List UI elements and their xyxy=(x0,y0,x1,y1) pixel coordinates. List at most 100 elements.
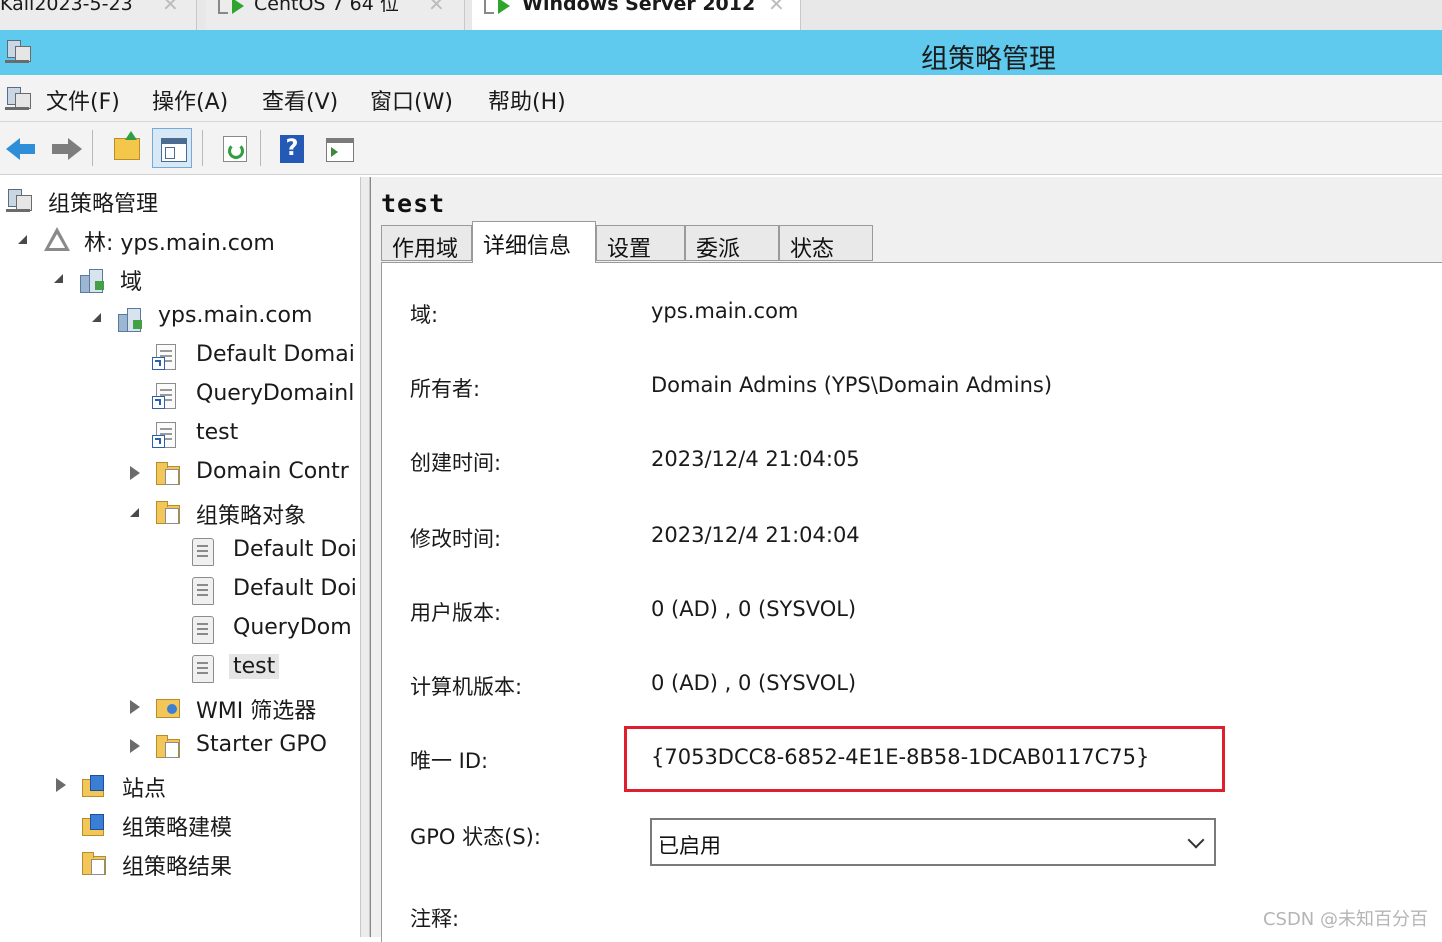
menu-file[interactable]: 文件(F) xyxy=(46,84,120,116)
details-tab-page: 域: yps.main.com 所有者: Domain Admins (YPS\… xyxy=(381,262,1442,942)
tree-item-label: 域 xyxy=(120,270,143,295)
forward-icon[interactable] xyxy=(46,128,86,168)
tree-item-label: yps.main.com xyxy=(158,303,313,328)
expand-icon[interactable] xyxy=(128,466,142,480)
vm-tab-strip: Kali2023-5-23 ✕ CentOS 7 64 位 ✕ Windows … xyxy=(0,0,1442,30)
vm-tab-centos[interactable]: CentOS 7 64 位 ✕ xyxy=(206,0,465,30)
show-hide-tree-icon[interactable] xyxy=(152,128,192,168)
computer-version-label: 计算机版本: xyxy=(410,675,523,699)
gpmc-app-icon[interactable] xyxy=(5,38,31,64)
domain-value: yps.main.com xyxy=(651,299,799,323)
domain-icon xyxy=(116,304,144,332)
unique-id-value: {7053DCC8-6852-4E1E-8B58-1DCAB0117C75} xyxy=(651,745,1150,769)
tab-settings[interactable]: 设置 xyxy=(596,225,685,262)
gp-results-icon xyxy=(80,850,108,878)
tree-item-label: 林: yps.main.com xyxy=(84,231,275,256)
collapse-icon[interactable] xyxy=(128,505,142,519)
tree-item-label: QueryDom xyxy=(233,615,352,640)
gpo-icon xyxy=(188,655,216,683)
domains-icon xyxy=(78,265,106,293)
tree-item-label: Default Domai xyxy=(196,342,355,367)
collapse-icon[interactable] xyxy=(52,271,66,285)
back-icon[interactable] xyxy=(2,128,42,168)
tree-item-label: QueryDomainl xyxy=(196,381,355,406)
collapse-icon[interactable] xyxy=(90,310,104,324)
power-on-icon xyxy=(232,0,244,14)
title-bar: 组策略管理 xyxy=(0,30,1442,75)
gpmc-icon xyxy=(6,187,34,215)
gpo-icon xyxy=(188,577,216,605)
vm-tab-windows-server[interactable]: Windows Server 2012 ✕ xyxy=(472,0,801,30)
gpo-link-icon xyxy=(152,421,180,449)
console-tree: 组策略管理 林: yps.main.com 域 yps.main.com Def… xyxy=(0,177,360,937)
action-pane-icon[interactable] xyxy=(318,128,358,168)
toolbar-separator xyxy=(260,130,261,166)
tree-item-label: Default Doi xyxy=(233,576,357,601)
wmi-filter-icon xyxy=(154,694,182,722)
sites-icon xyxy=(80,772,108,800)
gpo-link-icon xyxy=(152,382,180,410)
gpo-icon xyxy=(188,538,216,566)
created-label: 创建时间: xyxy=(410,451,502,475)
close-icon[interactable]: ✕ xyxy=(162,0,179,14)
tree-item-label: 站点 xyxy=(122,777,167,802)
gpo-status-select[interactable]: 已启用 xyxy=(650,818,1216,866)
expand-icon[interactable] xyxy=(128,700,142,714)
toolbar: ? xyxy=(0,122,1442,175)
tree-item-label: Starter GPO xyxy=(196,732,327,757)
expand-icon[interactable] xyxy=(128,739,142,753)
vm-icon xyxy=(218,0,228,14)
help-icon[interactable]: ? xyxy=(272,128,312,168)
gpo-status-label: GPO 状态(S): xyxy=(410,825,541,849)
tree-item-label: 组策略建模 xyxy=(122,816,233,841)
pane-splitter[interactable] xyxy=(360,177,370,937)
comment-label: 注释: xyxy=(410,907,460,931)
created-value: 2023/12/4 21:04:05 xyxy=(651,447,860,471)
gpo-name-header: test xyxy=(381,189,446,218)
starter-gpo-icon xyxy=(154,733,182,761)
menu-bar: 文件(F) 操作(A) 查看(V) 窗口(W) 帮助(H) xyxy=(0,75,1442,122)
domain-label: 域: xyxy=(410,303,439,327)
gpo-link-icon xyxy=(152,343,180,371)
ou-folder-icon xyxy=(154,460,182,488)
tree-item-label: Default Doi xyxy=(233,537,357,562)
chevron-down-icon xyxy=(1187,831,1205,849)
vm-icon xyxy=(484,0,494,14)
details-pane: test 作用域 详细信息 设置 委派 状态 域: yps.main.com 所… xyxy=(370,177,1442,942)
vm-tab-kali[interactable]: Kali2023-5-23 ✕ xyxy=(0,0,197,30)
tree-item-label: Domain Contr xyxy=(196,459,349,484)
tree-item-label: test xyxy=(196,420,239,445)
tab-status[interactable]: 状态 xyxy=(779,225,873,262)
menu-action[interactable]: 操作(A) xyxy=(152,84,228,116)
owner-value: Domain Admins (YPS\Domain Admins) xyxy=(651,373,1053,397)
vm-tab-label: Windows Server 2012 xyxy=(522,0,756,15)
expand-icon[interactable] xyxy=(54,778,68,792)
close-icon[interactable]: ✕ xyxy=(768,0,785,14)
tab-delegation[interactable]: 委派 xyxy=(685,225,779,262)
window-title: 组策略管理 xyxy=(921,44,1056,75)
menu-help[interactable]: 帮助(H) xyxy=(488,84,566,116)
user-version-label: 用户版本: xyxy=(410,601,502,625)
collapse-icon[interactable] xyxy=(16,232,30,246)
system-menu-icon[interactable] xyxy=(5,85,31,111)
watermark: CSDN @未知百分百 xyxy=(1262,909,1428,930)
toolbar-separator xyxy=(202,130,203,166)
unique-id-label: 唯一 ID: xyxy=(410,749,489,773)
vm-tab-label: Kali2023-5-23 xyxy=(0,0,133,15)
refresh-icon[interactable] xyxy=(214,128,254,168)
close-icon[interactable]: ✕ xyxy=(428,0,445,14)
tab-scope[interactable]: 作用域 xyxy=(381,225,472,262)
tab-details[interactable]: 详细信息 xyxy=(472,221,596,263)
up-folder-icon[interactable] xyxy=(106,128,146,168)
menu-window[interactable]: 窗口(W) xyxy=(370,84,453,116)
tree-item-label: 组策略对象 xyxy=(196,504,307,529)
modified-label: 修改时间: xyxy=(410,527,502,551)
gpo-folder-icon xyxy=(154,499,182,527)
tree-item-label: test xyxy=(229,654,280,679)
vm-tab-label: CentOS 7 64 位 xyxy=(254,0,399,15)
gpo-status-value: 已启用 xyxy=(658,834,721,858)
menu-view[interactable]: 查看(V) xyxy=(262,84,338,116)
user-version-value: 0 (AD) , 0 (SYSVOL) xyxy=(651,597,857,621)
gp-modeling-icon xyxy=(80,811,108,839)
owner-label: 所有者: xyxy=(410,377,481,401)
